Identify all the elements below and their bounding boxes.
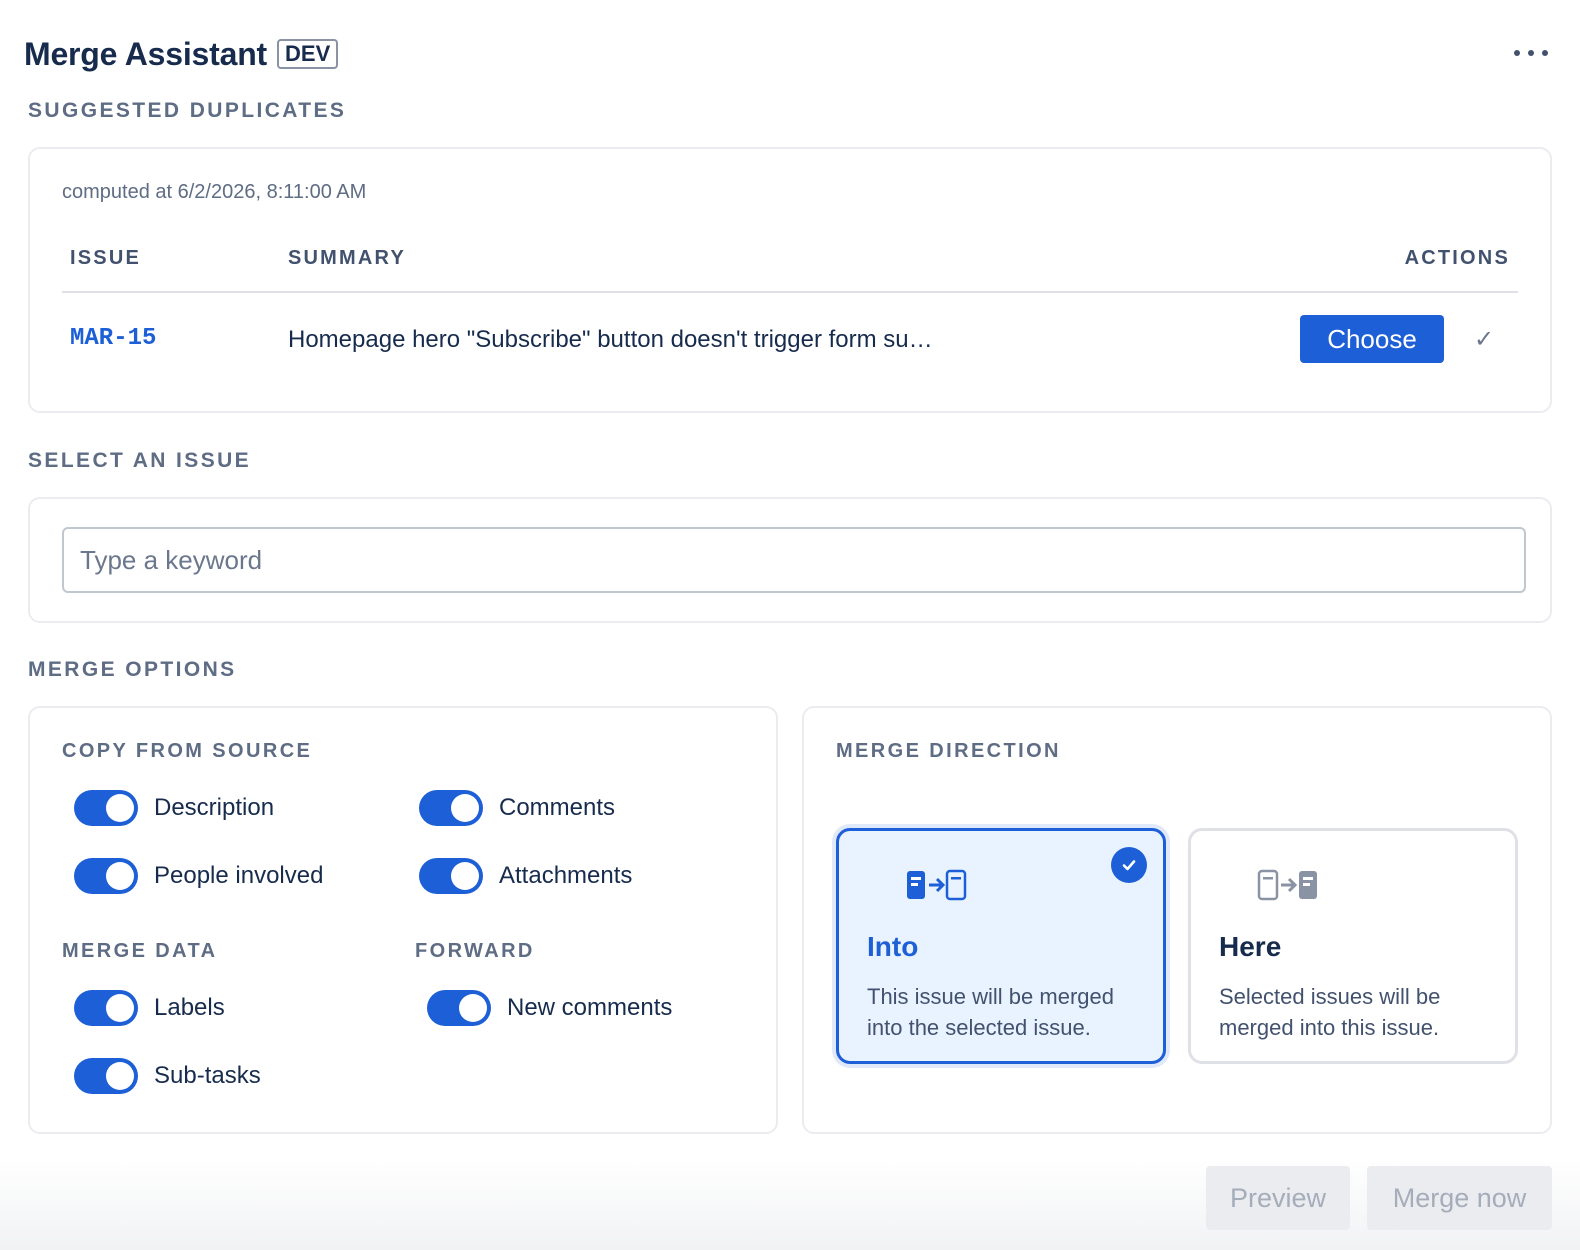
toggle-switch[interactable] <box>74 990 138 1026</box>
option-title: Into <box>867 931 919 962</box>
selected-check-icon <box>1111 847 1147 883</box>
toggle-label: Comments <box>499 794 616 821</box>
toggle-label: Sub-tasks <box>154 1062 261 1089</box>
copy-options-card: COPY FROM SOURCE Description Comments Pe… <box>28 706 778 1134</box>
toggle-switch[interactable] <box>74 858 138 894</box>
merge-data-heading: MERGE DATA <box>62 940 218 962</box>
suggested-duplicates-heading: SUGGESTED DUPLICATES <box>28 99 347 122</box>
merge-options-heading: MERGE OPTIONS <box>28 658 237 681</box>
column-header-issue: ISSUE <box>70 247 142 269</box>
merge-direction-heading: MERGE DIRECTION <box>836 740 1061 762</box>
merge-now-button[interactable]: Merge now <box>1367 1166 1552 1230</box>
toggle-switch[interactable] <box>427 990 491 1026</box>
header: Merge Assistant DEV <box>24 34 1560 74</box>
toggle-switch[interactable] <box>419 790 483 826</box>
merge-direction-here-option[interactable]: Here Selected issues will be merged into… <box>1188 828 1518 1064</box>
select-issue-heading: SELECT AN ISSUE <box>28 449 252 472</box>
option-title: Here <box>1219 931 1282 962</box>
column-header-actions: ACTIONS <box>1404 247 1510 269</box>
toggle-people-involved[interactable]: People involved <box>74 858 323 894</box>
preview-button[interactable]: Preview <box>1206 1166 1350 1230</box>
toggle-comments[interactable]: Comments <box>419 790 615 826</box>
env-badge: DEV <box>277 39 339 69</box>
toggle-switch[interactable] <box>74 1058 138 1094</box>
issue-search-input[interactable] <box>62 527 1526 593</box>
merge-here-icon <box>1257 869 1317 901</box>
toggle-switch[interactable] <box>419 858 483 894</box>
issue-summary: Homepage hero "Subscribe" button doesn't… <box>288 326 933 353</box>
toggle-sub-tasks[interactable]: Sub-tasks <box>74 1058 261 1094</box>
select-issue-card <box>28 497 1552 623</box>
toggle-description[interactable]: Description <box>74 790 274 826</box>
forward-heading: FORWARD <box>415 940 535 962</box>
app-title: Merge Assistant <box>24 35 268 72</box>
merge-into-icon <box>907 869 967 901</box>
option-description: Selected issues will be merged into this… <box>1219 984 1441 1040</box>
toggle-label: People involved <box>154 862 324 889</box>
more-actions-button[interactable] <box>1514 42 1548 64</box>
toggle-new-comments[interactable]: New comments <box>427 990 672 1026</box>
merge-direction-into-option[interactable]: Into This issue will be merged into the … <box>836 828 1166 1064</box>
toggle-label: Description <box>154 794 275 821</box>
issue-key-link[interactable]: MAR-15 <box>70 325 156 352</box>
column-header-summary: SUMMARY <box>288 247 406 269</box>
merge-direction-card: MERGE DIRECTION Into This issue will be … <box>802 706 1552 1134</box>
option-description: This issue will be merged into the selec… <box>867 984 1114 1040</box>
suggested-duplicates-card: computed at 6/2/2026, 8:11:00 AM ISSUE S… <box>28 147 1552 413</box>
toggle-label: Labels <box>154 994 225 1021</box>
table-divider <box>62 291 1518 293</box>
toggle-label: New comments <box>507 994 673 1021</box>
toggle-attachments[interactable]: Attachments <box>419 858 632 894</box>
more-horizontal-icon <box>1514 50 1520 56</box>
check-icon[interactable]: ✓ <box>1474 325 1494 354</box>
toggle-labels[interactable]: Labels <box>74 990 225 1026</box>
choose-button[interactable]: Choose <box>1300 315 1444 363</box>
toggle-label: Attachments <box>499 862 633 889</box>
computed-timestamp: computed at 6/2/2026, 8:11:00 AM <box>62 181 367 203</box>
toggle-switch[interactable] <box>74 790 138 826</box>
copy-from-source-heading: COPY FROM SOURCE <box>62 740 313 762</box>
